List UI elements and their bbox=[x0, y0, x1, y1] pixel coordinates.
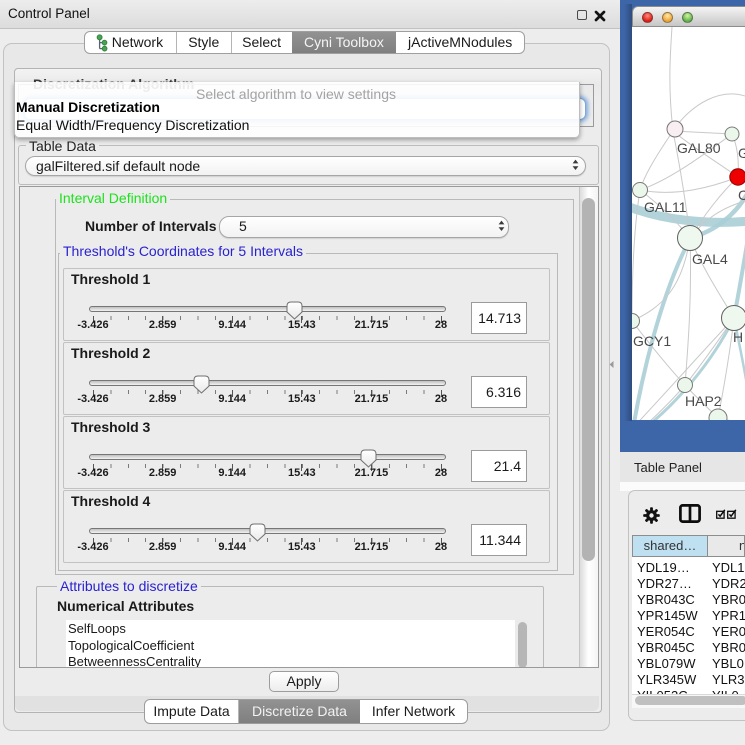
svg-text:G.: G. bbox=[738, 145, 745, 161]
svg-text:H: H bbox=[733, 329, 743, 345]
svg-text:GAL80: GAL80 bbox=[677, 140, 721, 156]
svg-text:GCY1: GCY1 bbox=[633, 333, 671, 349]
svg-text:GAL11: GAL11 bbox=[644, 199, 687, 215]
svg-text:GAL4: GAL4 bbox=[692, 251, 728, 267]
svg-text:HAP2: HAP2 bbox=[685, 393, 722, 409]
svg-text:C: C bbox=[738, 187, 745, 203]
